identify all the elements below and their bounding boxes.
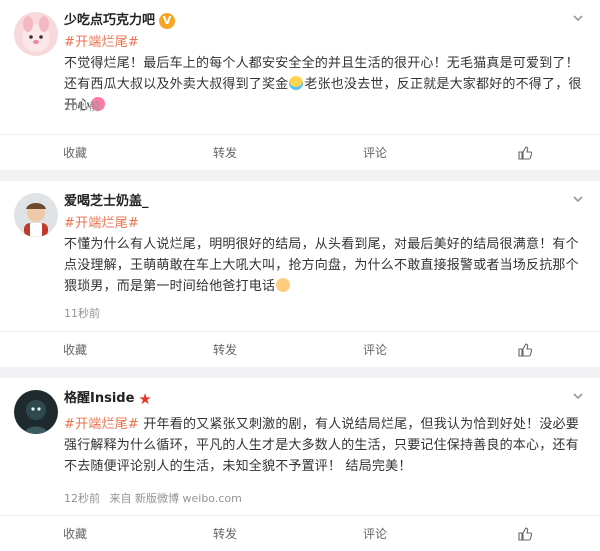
- comment-button[interactable]: 评论: [300, 332, 450, 367]
- chevron-down-icon[interactable]: [570, 191, 586, 207]
- post-meta: 12秒前 来自 新版微博 weibo.com: [64, 492, 242, 506]
- action-bar: 收藏 转发 评论: [0, 331, 600, 367]
- avatar[interactable]: [14, 12, 58, 56]
- post-card: 少吃点巧克力吧 V #开端烂尾# 不觉得烂尾！最后车上的每个人都安安全全的并且生…: [0, 0, 600, 170]
- post-time[interactable]: 11秒前: [64, 307, 100, 321]
- weibo-feed: 少吃点巧克力吧 V #开端烂尾# 不觉得烂尾！最后车上的每个人都安安全全的并且生…: [0, 0, 600, 551]
- avatar[interactable]: [14, 193, 58, 237]
- post-body: #开端烂尾# 不觉得烂尾！最后车上的每个人都安安全全的并且生活的很开心！无毛猫真…: [64, 32, 584, 116]
- thumbs-up-icon: [518, 145, 532, 160]
- post-text: 不懂为什么有人说烂尾，明明很好的结局，从头看到尾，对最后美好的结局很满意！有个点…: [64, 237, 579, 294]
- username-text[interactable]: 爱喝芝士奶盖_: [64, 193, 149, 211]
- verified-badge-icon: V: [159, 13, 176, 29]
- collect-button[interactable]: 收藏: [0, 516, 150, 551]
- hot-star-badge-icon: ★: [138, 390, 152, 408]
- username-text[interactable]: 格醒Inside: [64, 390, 134, 408]
- username[interactable]: 格醒Inside ★: [64, 390, 152, 408]
- username[interactable]: 爱喝芝士奶盖_: [64, 193, 149, 211]
- post-body: #开端烂尾# 不懂为什么有人说烂尾，明明很好的结局，从头看到尾，对最后美好的结局…: [64, 213, 584, 297]
- crying-emoji-icon: [289, 76, 304, 90]
- topic-link[interactable]: #开端烂尾#: [64, 216, 139, 231]
- repost-button[interactable]: 转发: [150, 135, 300, 170]
- post-card: 爱喝芝士奶盖_ #开端烂尾# 不懂为什么有人说烂尾，明明很好的结局，从头看到尾，…: [0, 181, 600, 367]
- post-time[interactable]: 10秒前: [64, 100, 100, 114]
- topic-link[interactable]: #开端烂尾#: [64, 417, 139, 432]
- like-button[interactable]: [450, 516, 600, 551]
- comment-button[interactable]: 评论: [300, 135, 450, 170]
- post-time[interactable]: 12秒前: [64, 492, 100, 505]
- repost-button[interactable]: 转发: [150, 516, 300, 551]
- pray-emoji-icon: [276, 278, 291, 292]
- avatar[interactable]: [14, 390, 58, 434]
- repost-button[interactable]: 转发: [150, 332, 300, 367]
- collect-button[interactable]: 收藏: [0, 332, 150, 367]
- post-body: #开端烂尾# 开年看的又紧张又刺激的剧，有人说结局烂尾，但我认为恰到好处！没必要…: [64, 414, 584, 477]
- thumbs-up-icon: [518, 342, 532, 357]
- username[interactable]: 少吃点巧克力吧 V: [64, 12, 176, 30]
- action-bar: 收藏 转发 评论: [0, 515, 600, 551]
- post-text: 开年看的又紧张又刺激的剧，有人说结局烂尾，但我认为恰到好处！没必要强行解释为什么…: [64, 417, 579, 474]
- action-bar: 收藏 转发 评论: [0, 134, 600, 170]
- post-card: 格醒Inside ★ #开端烂尾# 开年看的又紧张又刺激的剧，有人说结局烂尾，但…: [0, 378, 600, 551]
- like-button[interactable]: [450, 135, 600, 170]
- thumbs-up-icon: [518, 526, 532, 541]
- chevron-down-icon[interactable]: [570, 10, 586, 26]
- username-text[interactable]: 少吃点巧克力吧: [64, 12, 155, 30]
- comment-button[interactable]: 评论: [300, 516, 450, 551]
- like-button[interactable]: [450, 332, 600, 367]
- chevron-down-icon[interactable]: [570, 388, 586, 404]
- topic-link[interactable]: #开端烂尾#: [64, 35, 139, 50]
- post-source[interactable]: 来自 新版微博 weibo.com: [110, 492, 242, 505]
- collect-button[interactable]: 收藏: [0, 135, 150, 170]
